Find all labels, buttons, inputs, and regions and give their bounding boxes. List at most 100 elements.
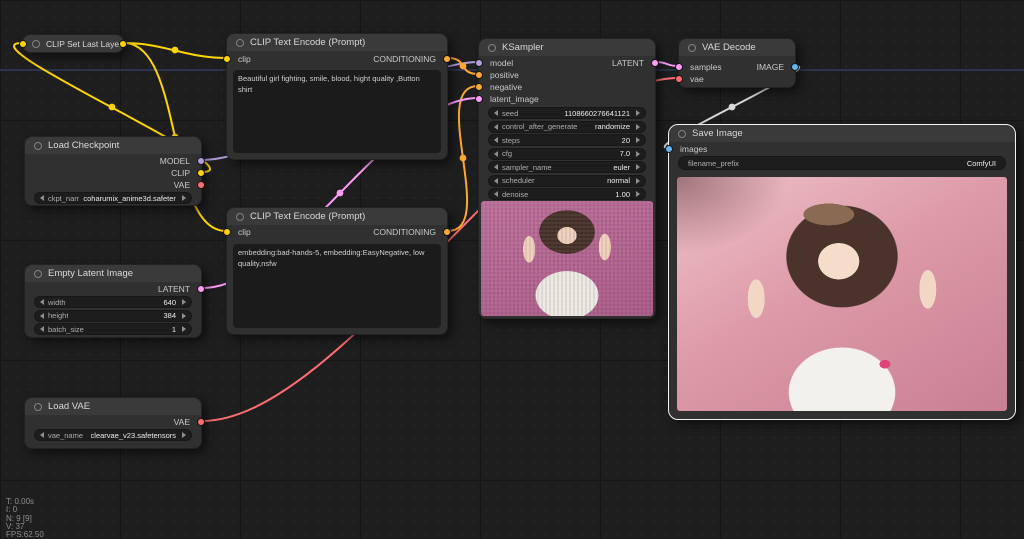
prompt-textarea[interactable]: embedding:bad-hands-5, embedding:EasyNeg… [233,244,441,328]
stepper-left-icon[interactable] [494,164,498,170]
slot-clip-input[interactable] [223,55,231,63]
slot-clip-input[interactable] [19,40,27,48]
collapse-toggle-icon[interactable] [488,44,496,52]
link-dot [172,47,179,54]
stepper-left-icon[interactable] [40,313,44,319]
collapse-toggle-icon[interactable] [688,44,696,52]
node-titlebar[interactable]: CLIP Text Encode (Prompt) [227,208,447,225]
node-titlebar[interactable]: Empty Latent Image [25,265,201,282]
slot-vae-output[interactable] [197,418,205,426]
slot-label-negative: negative [490,82,522,92]
widget-sampler-name[interactable]: sampler_name euler [488,161,646,173]
slot-image-output[interactable] [791,63,799,71]
node-title: CLIP Text Encode (Prompt) [250,37,365,48]
widget-label: cfg [502,149,512,158]
widget-seed[interactable]: seed 1108660276641121 [488,107,646,119]
stepper-left-icon[interactable] [494,137,498,143]
collapse-toggle-icon[interactable] [32,40,40,48]
node-titlebar[interactable]: CLIP Text Encode (Prompt) [227,34,447,51]
node-titlebar[interactable]: Save Image [669,125,1015,142]
widget-value: coharumix_anime3d.safetensors [83,194,176,203]
node-vae-decode[interactable]: VAE Decode samples vae IMAGE [678,38,796,88]
node-load-vae[interactable]: Load VAE VAE vae_name clearvae_v23.safet… [24,397,202,449]
stepper-left-icon[interactable] [494,110,498,116]
slot-negative-input[interactable] [475,83,483,91]
graph-canvas[interactable]: CLIP Set Last Layer CLIP Text Encode (Pr… [0,0,1024,539]
stepper-left-icon[interactable] [40,299,44,305]
widget-vae-name[interactable]: vae_name clearvae_v23.safetensors [34,429,192,441]
stepper-left-icon[interactable] [40,432,44,438]
widget-denoise[interactable]: denoise 1.00 [488,188,646,200]
node-load-checkpoint[interactable]: Load Checkpoint MODEL CLIP VAE ckpt_name… [24,136,202,206]
slot-conditioning-output[interactable] [443,228,451,236]
collapse-toggle-icon[interactable] [236,39,244,47]
stepper-right-icon[interactable] [182,195,186,201]
stepper-right-icon[interactable] [182,299,186,305]
slot-label-image: IMAGE [757,62,784,72]
widget-filename-prefix[interactable]: filename_prefix ComfyUI [678,156,1006,170]
widget-height[interactable]: height 384 [34,310,192,322]
slot-label-clip: CLIP [171,168,190,178]
stepper-right-icon[interactable] [636,137,640,143]
widget-control-after-generate[interactable]: control_after_generate randomize [488,121,646,133]
slot-vae-output[interactable] [197,181,205,189]
node-titlebar[interactable]: CLIP Set Last Layer [23,35,123,52]
node-empty-latent-image[interactable]: Empty Latent Image LATENT width 640 heig… [24,264,202,338]
node-clip-text-encode-positive[interactable]: CLIP Text Encode (Prompt) clip CONDITION… [226,33,448,160]
slot-positive-input[interactable] [475,71,483,79]
slot-label-vae: VAE [174,417,190,427]
widget-width[interactable]: width 640 [34,296,192,308]
stepper-right-icon[interactable] [636,124,640,130]
stepper-left-icon[interactable] [494,151,498,157]
node-titlebar[interactable]: KSampler [479,39,655,56]
slot-label-model: MODEL [160,156,190,166]
slot-clip-input[interactable] [223,228,231,236]
stepper-right-icon[interactable] [182,313,186,319]
stepper-right-icon[interactable] [636,164,640,170]
widget-label: ckpt_name [48,194,79,203]
node-clip-set-last-layer[interactable]: CLIP Set Last Layer [22,34,124,53]
node-title: Empty Latent Image [48,268,133,279]
widget-batch-size[interactable]: batch_size 1 [34,323,192,335]
node-clip-text-encode-negative[interactable]: CLIP Text Encode (Prompt) clip CONDITION… [226,207,448,335]
stepper-right-icon[interactable] [636,178,640,184]
link-dot [460,155,467,162]
prompt-textarea[interactable]: Beautiful girl fighting, smile, blood, h… [233,70,441,153]
slot-vae-input[interactable] [675,75,683,83]
slot-samples-input[interactable] [675,63,683,71]
slot-images-input[interactable] [665,145,673,153]
slot-latent-output[interactable] [197,285,205,293]
stepper-left-icon[interactable] [40,326,44,332]
slot-latent-image-input[interactable] [475,95,483,103]
stepper-left-icon[interactable] [494,178,498,184]
widget-cfg[interactable]: cfg 7.0 [488,148,646,160]
collapse-toggle-icon[interactable] [34,142,42,150]
node-titlebar[interactable]: Load VAE [25,398,201,415]
node-title: CLIP Set Last Layer [46,39,122,49]
stepper-right-icon[interactable] [182,326,186,332]
widget-scheduler[interactable]: scheduler normal [488,175,646,187]
collapse-toggle-icon[interactable] [34,403,42,411]
collapse-toggle-icon[interactable] [678,130,686,138]
widget-ckpt-name[interactable]: ckpt_name coharumix_anime3d.safetensors [34,192,192,204]
stepper-right-icon[interactable] [636,191,640,197]
stepper-right-icon[interactable] [636,151,640,157]
collapse-toggle-icon[interactable] [34,270,42,278]
node-save-image[interactable]: Save Image images filename_prefix ComfyU… [668,124,1016,420]
slot-model-input[interactable] [475,59,483,67]
stepper-right-icon[interactable] [636,110,640,116]
stepper-left-icon[interactable] [494,191,498,197]
widget-steps[interactable]: steps 20 [488,134,646,146]
node-ksampler[interactable]: KSampler model positive negative latent_… [478,38,656,319]
slot-clip-output[interactable] [119,40,127,48]
node-titlebar[interactable]: VAE Decode [679,39,795,56]
collapse-toggle-icon[interactable] [236,213,244,221]
slot-clip-output[interactable] [197,169,205,177]
stepper-right-icon[interactable] [182,432,186,438]
stepper-left-icon[interactable] [494,124,498,130]
slot-latent-output[interactable] [651,59,659,67]
node-titlebar[interactable]: Load Checkpoint [25,137,201,154]
slot-model-output[interactable] [197,157,205,165]
stepper-left-icon[interactable] [40,195,44,201]
slot-conditioning-output[interactable] [443,55,451,63]
